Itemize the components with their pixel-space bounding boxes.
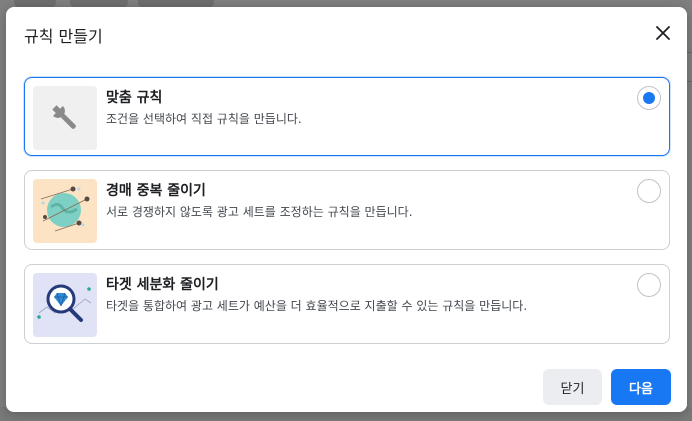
diamond-magnifier-icon <box>33 273 97 337</box>
radio-reduce-auction-overlap[interactable] <box>637 179 661 203</box>
dialog-title: 규칙 만들기 <box>24 27 103 46</box>
close-icon <box>656 26 670 40</box>
option-title: 맞춤 규칙 <box>106 90 163 106</box>
option-custom-rule[interactable]: 맞춤 규칙 조건을 선택하여 직접 규칙을 만듭니다. <box>24 77 670 156</box>
option-description: 조건을 선택하여 직접 규칙을 만듭니다. <box>106 112 302 126</box>
dialog-header: 규칙 만들기 <box>6 7 687 59</box>
next-button[interactable]: 다음 <box>611 369 671 405</box>
option-reduce-auction-overlap[interactable]: 경매 중복 줄이기 서로 경쟁하지 않도록 광고 세트를 조정하는 규칙을 만듭… <box>24 170 670 250</box>
wrench-icon <box>33 86 97 150</box>
option-description: 타겟을 통합하여 광고 세트가 예산을 더 효율적으로 지출할 수 있는 규칙을… <box>106 299 528 313</box>
option-title: 경매 중복 줄이기 <box>106 183 206 199</box>
close-button[interactable] <box>653 23 673 43</box>
create-rule-dialog: 규칙 만들기 맞춤 규칙 조건을 선택하여 직접 규칙을 만듭니다. 경매 중복… <box>6 7 687 412</box>
option-title: 타겟 세분화 줄이기 <box>106 277 219 293</box>
option-description: 서로 경쟁하지 않도록 광고 세트를 조정하는 규칙을 만듭니다. <box>106 205 413 219</box>
globe-network-icon <box>33 179 97 243</box>
close-dialog-button[interactable]: 닫기 <box>543 369 602 405</box>
option-reduce-audience-fragmentation[interactable]: 타겟 세분화 줄이기 타겟을 통합하여 광고 세트가 예산을 더 효율적으로 지… <box>24 264 670 344</box>
radio-reduce-audience-fragmentation[interactable] <box>637 273 661 297</box>
radio-custom-rule[interactable] <box>637 86 661 110</box>
